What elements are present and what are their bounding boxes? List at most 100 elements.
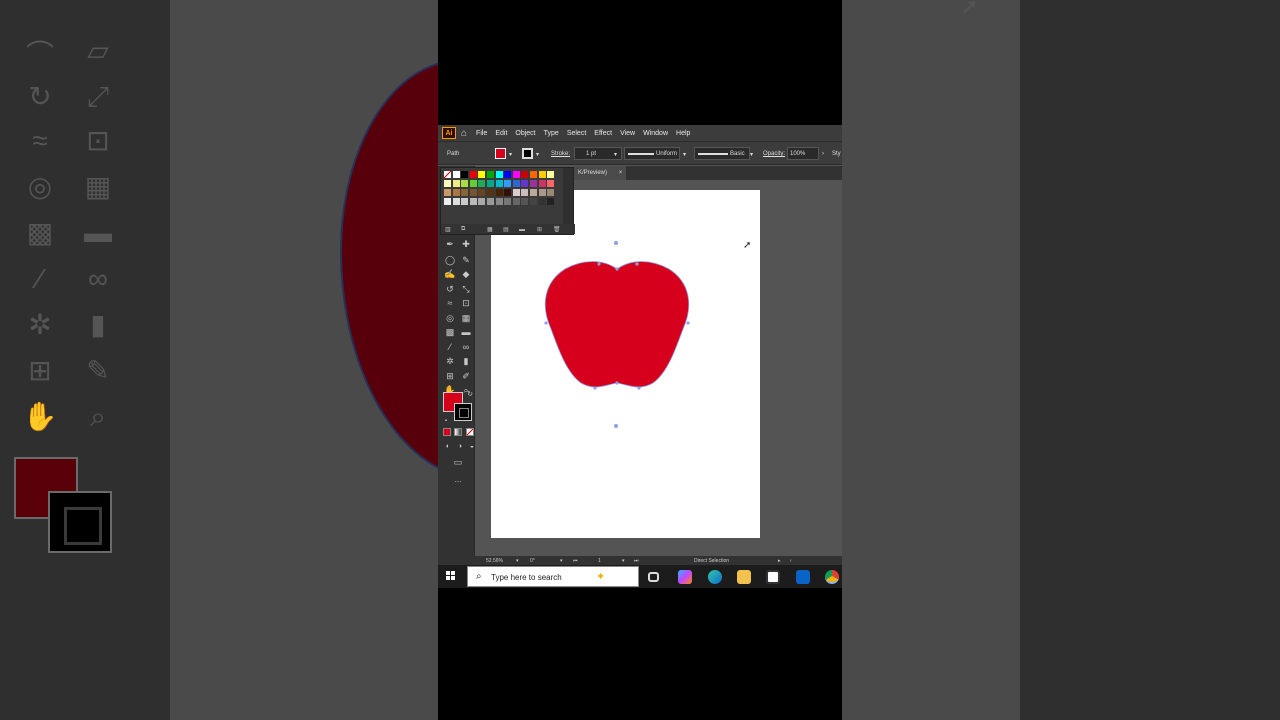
- chevron-down-icon[interactable]: ▾: [683, 151, 686, 158]
- warp-icon[interactable]: ≈: [444, 297, 456, 309]
- draw-normal-icon[interactable]: ◐: [442, 441, 454, 453]
- free-transform-icon[interactable]: ⊡: [460, 297, 472, 309]
- column-graph-icon[interactable]: ▮: [460, 355, 472, 367]
- close-icon[interactable]: ×: [619, 170, 623, 176]
- color-group-icon[interactable]: ▤: [503, 226, 509, 233]
- swatch-chip[interactable]: [504, 189, 512, 196]
- swatch-chip[interactable]: [495, 180, 503, 187]
- swatch-chip[interactable]: [444, 180, 451, 187]
- swatch-chip[interactable]: [461, 198, 469, 205]
- zoom-level[interactable]: 52.56%: [486, 558, 503, 564]
- swatch-chip[interactable]: [487, 171, 494, 178]
- microsoft-store-icon[interactable]: [766, 570, 780, 584]
- swatch-chip[interactable]: [461, 171, 469, 178]
- rotate-icon[interactable]: ↺: [444, 283, 456, 295]
- draw-behind-icon[interactable]: ◑: [454, 441, 466, 453]
- swatch-chip[interactable]: [469, 198, 477, 205]
- new-group-icon[interactable]: ▬: [519, 227, 525, 233]
- swatch-chip[interactable]: [512, 198, 520, 205]
- swatch-chip[interactable]: [478, 198, 486, 205]
- home-icon[interactable]: ⌂: [461, 128, 467, 139]
- outlook-icon[interactable]: [796, 570, 810, 584]
- taskbar-search[interactable]: ⌕ Type here to search ✦: [467, 566, 639, 587]
- swatch-chip[interactable]: [530, 171, 537, 178]
- swatch-chip[interactable]: [469, 180, 477, 187]
- swatch-chip[interactable]: [538, 198, 546, 205]
- rotation-value[interactable]: 0°: [530, 558, 535, 564]
- symbol-sprayer-icon[interactable]: ✲: [444, 355, 456, 367]
- copilot-icon[interactable]: [678, 570, 692, 584]
- scroll-left-icon[interactable]: ‹: [790, 558, 792, 564]
- swatch-chip[interactable]: [538, 189, 546, 196]
- chevron-down-icon[interactable]: ▾: [614, 151, 617, 158]
- none-mode-button[interactable]: [466, 428, 474, 436]
- stroke-label[interactable]: Stroke:: [551, 151, 570, 157]
- chevron-down-icon[interactable]: ▾: [560, 558, 563, 564]
- show-kinds-icon[interactable]: ⧉: [461, 226, 465, 233]
- style-label[interactable]: Sty: [832, 151, 841, 157]
- new-swatch-icon[interactable]: ⊞: [537, 226, 542, 233]
- swatch-chip[interactable]: [487, 180, 494, 187]
- color-mode-button[interactable]: [443, 428, 451, 436]
- swatch-chip[interactable]: [452, 198, 460, 205]
- delete-swatch-icon[interactable]: 🗑: [553, 226, 561, 233]
- task-view-icon[interactable]: [648, 572, 659, 582]
- scale-icon[interactable]: ⤡: [460, 283, 472, 295]
- menu-effect[interactable]: Effect: [594, 130, 612, 137]
- shape-builder-icon[interactable]: ◎: [444, 312, 456, 324]
- artboard-nav-last-icon[interactable]: ⏭: [634, 558, 639, 564]
- swatch-chip[interactable]: [461, 180, 469, 187]
- swatch-chip[interactable]: [495, 171, 503, 178]
- slice-icon[interactable]: ✐: [460, 370, 472, 382]
- menu-edit[interactable]: Edit: [495, 130, 507, 137]
- swatch-chip[interactable]: [521, 198, 529, 205]
- more-tools-button[interactable]: ...: [452, 474, 464, 486]
- swatch-chip[interactable]: [452, 180, 460, 187]
- menu-type[interactable]: Type: [544, 130, 559, 137]
- menu-help[interactable]: Help: [676, 130, 690, 137]
- menu-window[interactable]: Window: [643, 130, 668, 137]
- swatch-chip[interactable]: [487, 198, 494, 205]
- ellipse-icon[interactable]: ◯: [444, 254, 456, 266]
- windows-start-icon[interactable]: [446, 571, 456, 581]
- perspective-grid-icon[interactable]: ▦: [460, 312, 472, 324]
- swatch-chip[interactable]: [461, 189, 469, 196]
- screen-mode-icon[interactable]: ▭: [452, 456, 464, 468]
- file-explorer-icon[interactable]: [737, 570, 751, 584]
- swatch-chip[interactable]: [512, 180, 520, 187]
- chevron-down-icon[interactable]: ▾: [516, 558, 519, 564]
- draw-inside-icon[interactable]: ◒: [466, 441, 478, 453]
- pen-icon[interactable]: ✒: [444, 238, 456, 250]
- eyedropper-icon[interactable]: ⁄: [444, 341, 456, 353]
- menu-object[interactable]: Object: [515, 130, 535, 137]
- menu-view[interactable]: View: [620, 130, 635, 137]
- swatch-chip[interactable]: [547, 198, 555, 205]
- chevron-right-icon[interactable]: ▸: [778, 558, 781, 564]
- stroke-color-box[interactable]: [454, 403, 472, 421]
- chevron-down-icon[interactable]: ▾: [536, 151, 539, 158]
- swatch-chip[interactable]: [530, 198, 537, 205]
- pencil-icon[interactable]: ✎: [460, 254, 472, 266]
- swatch-chip[interactable]: [452, 189, 460, 196]
- chrome-icon[interactable]: [825, 570, 839, 584]
- swatch-chip[interactable]: [521, 180, 529, 187]
- swatch-chip[interactable]: [478, 189, 486, 196]
- blend-icon[interactable]: ∞: [460, 341, 472, 353]
- menu-select[interactable]: Select: [567, 130, 586, 137]
- mesh-icon[interactable]: ▩: [444, 326, 456, 338]
- artboard-nav-first-icon[interactable]: ⏮: [573, 558, 578, 564]
- fill-color-swatch[interactable]: [495, 148, 506, 159]
- chevron-down-icon[interactable]: ▾: [509, 151, 512, 158]
- opacity-label[interactable]: Opacity:: [763, 151, 785, 157]
- swatch-chip[interactable]: [495, 189, 503, 196]
- swatch-chip[interactable]: [547, 180, 555, 187]
- swatch-chip[interactable]: [444, 189, 451, 196]
- artboard-number[interactable]: 1: [598, 558, 601, 564]
- swatch-options-icon[interactable]: ▦: [487, 226, 493, 233]
- gradient-icon[interactable]: ▬: [460, 326, 472, 338]
- gradient-mode-button[interactable]: [454, 428, 462, 436]
- swatches-scrollbar[interactable]: [563, 168, 573, 224]
- document-tab[interactable]: K/Preview) ×: [574, 166, 627, 180]
- swatch-chip[interactable]: [530, 180, 537, 187]
- swatch-chip[interactable]: [512, 189, 520, 196]
